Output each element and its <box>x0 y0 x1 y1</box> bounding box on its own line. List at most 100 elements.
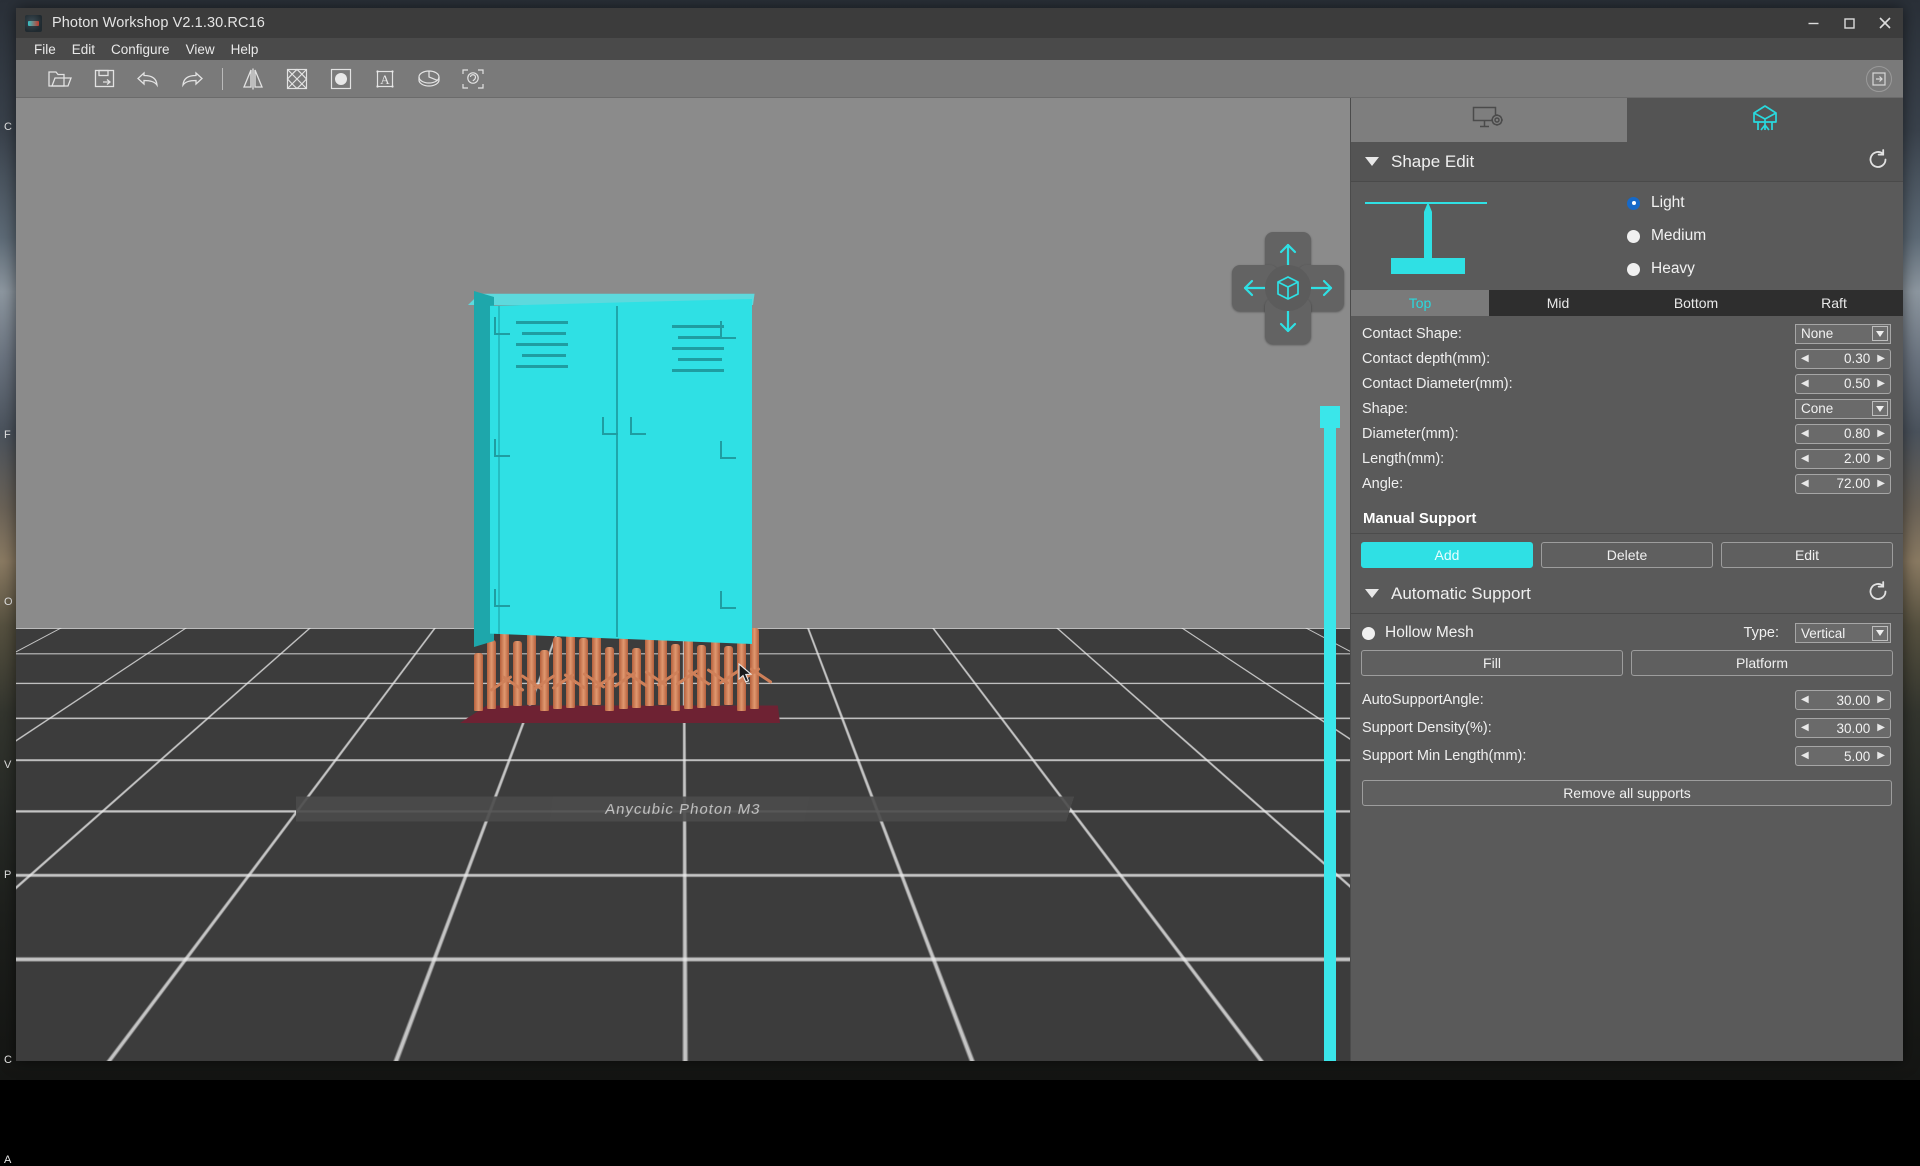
contact-shape-dropdown[interactable]: None <box>1795 324 1891 344</box>
spinner-increment-icon[interactable]: ▶ <box>1877 379 1885 389</box>
platform-button[interactable]: Platform <box>1631 650 1893 676</box>
radio-heavy-label: Heavy <box>1651 260 1695 278</box>
tab-raft[interactable]: Raft <box>1765 290 1903 316</box>
angle-value: 72.00 <box>1809 476 1878 491</box>
chevron-down-icon[interactable] <box>1365 589 1379 598</box>
grid-line <box>16 628 31 1061</box>
text-icon[interactable]: A <box>363 62 407 96</box>
z-slider-top-handle[interactable] <box>1320 406 1340 428</box>
spinner-decrement-icon[interactable]: ◀ <box>1801 751 1809 761</box>
chevron-down-icon[interactable] <box>1872 326 1888 341</box>
toolbar-separator <box>222 68 223 90</box>
spinner-increment-icon[interactable]: ▶ <box>1877 429 1885 439</box>
spinner-increment-icon[interactable]: ▶ <box>1877 751 1885 761</box>
spinner-decrement-icon[interactable]: ◀ <box>1801 429 1809 439</box>
close-icon[interactable] <box>1867 8 1903 38</box>
spinner-increment-icon[interactable]: ▶ <box>1877 479 1885 489</box>
shape-edit-title: Shape Edit <box>1391 152 1474 172</box>
param-support-density: Support Density(%): ◀ 30.00 ▶ <box>1351 714 1903 742</box>
chevron-down-icon[interactable] <box>1872 626 1888 641</box>
tab-support[interactable] <box>1627 98 1903 142</box>
grid-line <box>16 628 358 1061</box>
menu-configure[interactable]: Configure <box>105 41 176 58</box>
length-spinner[interactable]: ◀ 2.00 ▶ <box>1795 449 1891 469</box>
title-bar: Photon Workshop V2.1.30.RC16 <box>16 8 1903 38</box>
chevron-down-icon[interactable] <box>1872 401 1888 416</box>
radio-light[interactable]: Light <box>1627 194 1903 212</box>
remove-all-supports-button[interactable]: Remove all supports <box>1362 780 1892 806</box>
undo-icon[interactable] <box>126 62 170 96</box>
hollow-icon[interactable] <box>319 62 363 96</box>
auto-support-angle-spinner[interactable]: ◀ 30.00 ▶ <box>1795 690 1891 710</box>
slice-icon[interactable] <box>407 62 451 96</box>
3d-viewport[interactable]: Anycubic Photon M3 <box>16 98 1350 1061</box>
mirror-icon[interactable] <box>231 62 275 96</box>
tab-bottom[interactable]: Bottom <box>1627 290 1765 316</box>
shape-edit-header[interactable]: Shape Edit <box>1351 142 1903 182</box>
spinner-decrement-icon[interactable]: ◀ <box>1801 695 1809 705</box>
angle-spinner[interactable]: ◀ 72.00 ▶ <box>1795 474 1891 494</box>
tab-mid[interactable]: Mid <box>1489 290 1627 316</box>
radio-heavy[interactable]: Heavy <box>1627 260 1903 278</box>
diameter-spinner[interactable]: ◀ 0.80 ▶ <box>1795 424 1891 444</box>
spinner-increment-icon[interactable]: ▶ <box>1877 454 1885 464</box>
navigation-gizmo[interactable] <box>1232 232 1344 344</box>
hollow-mesh-radio[interactable] <box>1362 627 1375 640</box>
support-pillar <box>527 629 536 705</box>
export-button[interactable] <box>1861 61 1897 97</box>
delete-support-button[interactable]: Delete <box>1541 542 1713 568</box>
contact-depth-spinner[interactable]: ◀ 0.30 ▶ <box>1795 349 1891 369</box>
support-density-spinner[interactable]: ◀ 30.00 ▶ <box>1795 718 1891 738</box>
spinner-increment-icon[interactable]: ▶ <box>1877 695 1885 705</box>
cube-icon[interactable] <box>1265 265 1311 311</box>
menu-file[interactable]: File <box>28 41 62 58</box>
redo-icon[interactable] <box>170 62 214 96</box>
model-object[interactable] <box>468 283 768 723</box>
save-file-icon[interactable] <box>82 62 126 96</box>
maximize-icon[interactable] <box>1831 8 1867 38</box>
spinner-increment-icon[interactable]: ▶ <box>1877 723 1885 733</box>
automatic-support-header[interactable]: Automatic Support <box>1351 574 1903 614</box>
spinner-decrement-icon[interactable]: ◀ <box>1801 454 1809 464</box>
open-file-icon[interactable] <box>38 62 82 96</box>
radio-heavy-dot <box>1627 263 1640 276</box>
z-slider-track[interactable] <box>1324 428 1336 1061</box>
fill-button[interactable]: Fill <box>1361 650 1623 676</box>
detect-icon[interactable] <box>451 62 495 96</box>
support-min-length-spinner[interactable]: ◀ 5.00 ▶ <box>1795 746 1891 766</box>
menu-edit[interactable]: Edit <box>66 41 101 58</box>
param-shape-label: Shape: <box>1362 401 1795 417</box>
tab-machine-settings[interactable] <box>1351 98 1627 142</box>
scale-icon[interactable] <box>275 62 319 96</box>
edit-support-button[interactable]: Edit <box>1721 542 1893 568</box>
svg-text:A: A <box>380 72 390 87</box>
refresh-icon[interactable] <box>1867 580 1889 607</box>
spinner-increment-icon[interactable]: ▶ <box>1877 354 1885 364</box>
support-pillar <box>500 628 509 708</box>
grid-line <box>16 628 140 1061</box>
model-panel-mark <box>494 589 510 607</box>
support-type-dropdown[interactable]: Vertical <box>1795 623 1891 643</box>
contact-shape-value: None <box>1801 326 1833 341</box>
chevron-down-icon[interactable] <box>1365 157 1379 166</box>
refresh-icon[interactable] <box>1867 148 1889 175</box>
menu-view[interactable]: View <box>180 41 221 58</box>
add-support-button[interactable]: Add <box>1361 542 1533 568</box>
spinner-decrement-icon[interactable]: ◀ <box>1801 723 1809 733</box>
contact-diameter-spinner[interactable]: ◀ 0.50 ▶ <box>1795 374 1891 394</box>
spinner-decrement-icon[interactable]: ◀ <box>1801 354 1809 364</box>
grid-line <box>16 628 249 1061</box>
tab-top[interactable]: Top <box>1351 290 1489 316</box>
radio-medium[interactable]: Medium <box>1627 227 1903 245</box>
window-controls <box>1795 8 1903 38</box>
z-height-slider[interactable] <box>1320 406 1340 1061</box>
spinner-decrement-icon[interactable]: ◀ <box>1801 479 1809 489</box>
model-panel-mark <box>720 321 736 339</box>
support-pillar <box>566 625 575 708</box>
menu-help[interactable]: Help <box>225 41 265 58</box>
shape-dropdown[interactable]: Cone <box>1795 399 1891 419</box>
support-min-length-value: 5.00 <box>1809 749 1878 764</box>
model-vent-slat <box>672 347 724 350</box>
spinner-decrement-icon[interactable]: ◀ <box>1801 379 1809 389</box>
minimize-icon[interactable] <box>1795 8 1831 38</box>
